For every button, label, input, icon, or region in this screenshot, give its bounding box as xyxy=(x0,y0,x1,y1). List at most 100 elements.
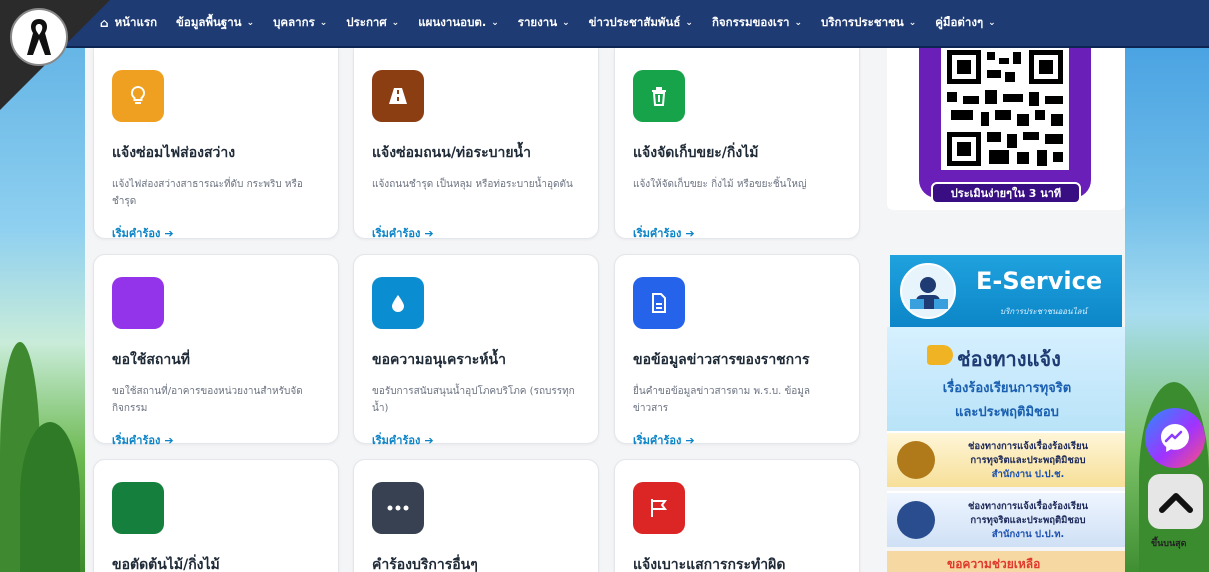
service-card[interactable]: คำร้องบริการอื่นๆ xyxy=(353,459,599,572)
start-request-link[interactable]: เริ่มคำร้อง ➔ xyxy=(372,431,580,449)
nav-item[interactable]: ประกาศ ⌄ xyxy=(346,14,399,32)
service-card[interactable]: ขอใช้สถานที่ ขอใช้สถานที่/อาคารของหน่วยงา… xyxy=(93,254,339,447)
chevron-down-icon: ⌄ xyxy=(491,18,499,28)
arrow-right-icon: ➔ xyxy=(685,226,695,240)
eservice-banner[interactable]: E-Service บริการประชาชนออนไลน์ xyxy=(890,255,1122,327)
trash-icon xyxy=(633,70,685,122)
eservice-title: E-Service xyxy=(976,267,1103,295)
complaint-line-3: และประพฤติมิชอบ xyxy=(955,405,1059,420)
flag-icon xyxy=(633,482,685,534)
start-request-link[interactable]: เริ่มคำร้อง ➔ xyxy=(372,224,580,242)
nav-item-label: กิจกรรมของเรา xyxy=(711,15,790,29)
service-card[interactable]: แจ้งจัดเก็บขยะ/กิ่งไม้ แจ้งให้จัดเก็บขยะ … xyxy=(614,48,860,242)
service-card-title: ขอตัดต้นไม้/กิ่งไม้ xyxy=(112,557,220,572)
pacc-banner-line-1: ช่องทางการแจ้งเรื่องร้องเรียน xyxy=(967,501,1089,512)
qr-caption: ประเมินง่ายๆใน 3 นาที xyxy=(931,182,1081,204)
nav-item-label: คู่มือต่างๆ xyxy=(935,15,984,29)
service-card[interactable]: ขอตัดต้นไม้/กิ่งไม้ xyxy=(93,459,339,572)
pacc-banner-line-2: การทุจริตและประพฤติมิชอบ xyxy=(970,515,1086,526)
nav-item[interactable]: ข้อมูลพื้นฐาน ⌄ xyxy=(176,14,254,32)
chevron-down-icon: ⌄ xyxy=(391,18,400,28)
service-card-title: แจ้งซ่อมถนน/ท่อระบายน้ำ xyxy=(372,145,531,161)
service-card[interactable]: ขอข้อมูลข่าวสารของราชการยื่นคำขอข้อมูลข่… xyxy=(614,254,860,447)
nav-item[interactable]: กิจกรรมของเรา ⌄ xyxy=(712,14,802,32)
start-request-label: เริ่มคำร้อง xyxy=(112,434,161,447)
start-request-label: เริ่มคำร้อง xyxy=(372,227,421,240)
back-to-top-label: ขึ้นบนสุด xyxy=(1151,539,1187,549)
start-request-label: เริ่มคำร้อง xyxy=(633,434,682,447)
nav-item-label: บริการประชาชน xyxy=(821,15,904,29)
nav-item[interactable]: บริการประชาชน ⌄ xyxy=(821,14,916,32)
assessment-qr-box[interactable]: ประเมินง่ายๆใน 3 นาที xyxy=(887,48,1125,210)
chevron-down-icon: ⌄ xyxy=(908,18,917,28)
start-request-label: เริ่มคำร้อง xyxy=(112,227,161,240)
chevron-down-icon: ⌄ xyxy=(988,18,996,28)
lightbulb-icon xyxy=(112,70,164,122)
pacc-complaint-banner[interactable]: ช่องทางการแจ้งเรื่องร้องเรียน การทุจริตแ… xyxy=(887,491,1125,547)
nav-item-label: บุคลากร xyxy=(273,15,315,29)
eservice-logo-icon xyxy=(900,263,956,319)
service-card-description: ยื่นคำขอข้อมูลข่าวสารตาม พ.ร.บ. ข้อมูลข่… xyxy=(633,386,811,414)
service-card-description: แจ้งให้จัดเก็บขยะ กิ่งไม้ หรือขยะชิ้นใหญ… xyxy=(633,179,807,190)
nacc-complaint-banner[interactable]: ช่องทางการแจ้งเรื่องร้องเรียน การทุจริตแ… xyxy=(887,431,1125,487)
complaint-channel-banner[interactable]: ช่องทางแจ้ง เรื่องร้องเรียนการทุจริต และ… xyxy=(887,327,1125,431)
start-request-label: เริ่มคำร้อง xyxy=(633,227,682,240)
service-card[interactable]: แจ้งซ่อมไฟส่องสว่าง แจ้งไฟส่องสว่างสาธารณ… xyxy=(93,48,339,242)
nav-item[interactable]: คู่มือต่างๆ ⌄ xyxy=(935,14,995,32)
service-card-description: แจ้งไฟส่องสว่างสาธารณะที่ดับ กระพริบ หรื… xyxy=(112,179,303,207)
help-request-banner[interactable]: ขอความช่วยเหลือ xyxy=(887,551,1125,572)
arrow-right-icon: ➔ xyxy=(424,226,434,240)
chevron-down-icon: ⌄ xyxy=(319,18,328,28)
messenger-icon xyxy=(1161,424,1189,452)
nav-item[interactable]: บุคลากร ⌄ xyxy=(273,14,327,32)
service-card[interactable]: แจ้งซ่อมถนน/ท่อระบายน้ำแจ้งถนนชำรุด เป็น… xyxy=(353,48,599,242)
help-request-text: ขอความช่วยเหลือ xyxy=(947,557,1041,571)
water-drop-icon xyxy=(372,277,424,329)
nav-item[interactable]: แผนงานอบต. ⌄ xyxy=(418,14,499,32)
service-card[interactable]: ขอความอนุเคราะห์น้ำ ขอรับการสนับสนุนน้ำอุ… xyxy=(353,254,599,447)
nav-item-label: รายงาน xyxy=(517,15,558,29)
nacc-banner-line-1: ช่องทางการแจ้งเรื่องร้องเรียน xyxy=(967,441,1089,452)
nacc-banner-line-2: การทุจริตและประพฤติมิชอบ xyxy=(970,455,1086,466)
chevron-down-icon: ⌄ xyxy=(685,18,693,28)
megaphone-icon xyxy=(927,345,953,365)
main-navbar: ⌂ หน้าแรก ข้อมูลพื้นฐาน ⌄ บุคลากร ⌄ ประกาศ ⌄ แ… xyxy=(0,0,1209,48)
document-icon xyxy=(633,277,685,329)
service-card-description: แจ้งถนนชำรุด เป็นหลุม หรือท่อระบายน้ำอุด… xyxy=(372,179,573,190)
start-request-link[interactable]: เริ่มคำร้อง ➔ xyxy=(112,224,320,242)
service-card-title: คำร้องบริการอื่นๆ xyxy=(372,557,478,572)
road-icon xyxy=(372,70,424,122)
chevron-up-icon xyxy=(1158,492,1193,513)
nav-item[interactable]: รายงาน ⌄ xyxy=(518,14,570,32)
qr-code-icon xyxy=(941,48,1069,170)
pacc-banner-line-3: สำนักงาน ป.ป.ท. xyxy=(991,529,1065,540)
nacc-banner-line-3: สำนักงาน ป.ป.ช. xyxy=(991,469,1065,480)
nacc-seal-icon xyxy=(897,441,935,479)
nav-home-label: หน้าแรก xyxy=(114,15,158,29)
start-request-label: เริ่มคำร้อง xyxy=(372,434,421,447)
arrow-right-icon: ➔ xyxy=(424,433,434,447)
black-ribbon-icon xyxy=(10,8,68,66)
messenger-button[interactable] xyxy=(1145,408,1205,468)
eservice-subtitle: บริการประชาชนออนไลน์ xyxy=(1000,307,1087,316)
tree-icon xyxy=(112,482,164,534)
chevron-down-icon: ⌄ xyxy=(794,18,803,28)
complaint-title: ช่องทางแจ้ง xyxy=(957,347,1061,371)
ellipsis-icon xyxy=(372,482,424,534)
nav-item-label: ประกาศ xyxy=(346,15,387,29)
chevron-down-icon: ⌄ xyxy=(246,18,255,28)
start-request-link[interactable]: เริ่มคำร้อง ➔ xyxy=(112,431,320,449)
back-to-top-button[interactable] xyxy=(1148,474,1203,529)
start-request-link[interactable]: เริ่มคำร้อง ➔ xyxy=(633,224,841,242)
nav-item-label: ข้อมูลพื้นฐาน xyxy=(176,15,242,29)
service-card-description: ขอรับการสนับสนุนน้ำอุปโภคบริโภค (รถบรรทุ… xyxy=(372,386,575,414)
service-card[interactable]: แจ้งเบาะแสการกระทำผิด xyxy=(614,459,860,572)
nav-item[interactable]: ข่าวประชาสัมพันธ์ ⌄ xyxy=(589,14,693,32)
service-card-title: ขอใช้สถานที่ xyxy=(112,352,190,368)
service-card-title: ขอข้อมูลข่าวสารของราชการ xyxy=(633,352,810,368)
start-request-link[interactable]: เริ่มคำร้อง ➔ xyxy=(633,431,841,449)
nav-item-label: แผนงานอบต. xyxy=(418,15,487,29)
chevron-down-icon: ⌄ xyxy=(562,18,570,28)
complaint-line-2: เรื่องร้องเรียนการทุจริต xyxy=(942,381,1072,396)
building-icon xyxy=(112,277,164,329)
